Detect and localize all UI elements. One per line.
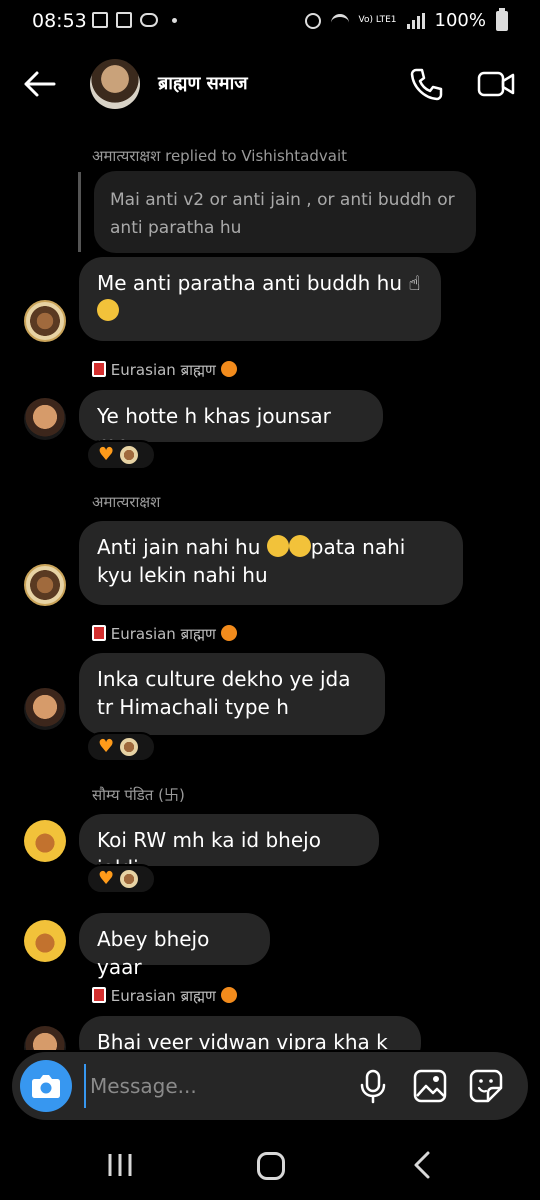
reaction-pill[interactable]: ♥ — [86, 440, 156, 470]
message-list[interactable]: अमात्यराक्षश replied to Vishishtadvait M… — [0, 120, 540, 1050]
kissing-face-emoji-icon — [288, 535, 311, 557]
video-camera-icon[interactable] — [476, 66, 516, 102]
volte-indicator: Vo) LTE1 — [358, 15, 397, 25]
reply-quote-bubble[interactable]: Mai anti v2 or anti jain , or anti buddh… — [94, 171, 476, 253]
orange-heart-icon: ♥ — [98, 736, 115, 757]
gallery-notification-icon — [92, 12, 108, 28]
sender-avatar-amatyarakshash[interactable] — [24, 564, 66, 606]
sender-name: Eurasian ब्राह्मण — [92, 360, 237, 380]
message-bubble[interactable]: Anti jain nahi hu pata nahi kyu lekin na… — [79, 521, 463, 605]
message-text: Bhai veer vidwan vipra kha k h? — [97, 1030, 388, 1050]
flower-card-emoji-icon — [92, 361, 106, 377]
reaction-pill[interactable]: ♥ — [86, 864, 156, 894]
pumpkin-emoji-icon — [220, 987, 237, 1003]
reply-quote-text: Mai anti v2 or anti jain , or anti buddh… — [110, 190, 455, 238]
message-bubble[interactable]: Abey bhejo yaar — [79, 913, 270, 979]
message-input[interactable] — [84, 1064, 344, 1108]
sender-name-text: Eurasian ब्राह्मण — [110, 625, 216, 643]
message-bubble[interactable]: Bhai veer vidwan vipra kha k h? — [79, 1016, 421, 1050]
chevron-left-icon[interactable] — [410, 1150, 434, 1180]
pumpkin-emoji-icon — [220, 361, 237, 377]
recent-apps-icon[interactable] — [106, 1152, 134, 1178]
sender-avatar-saumya[interactable] — [24, 920, 66, 962]
reactor-avatar — [120, 738, 139, 756]
phone-icon[interactable] — [408, 66, 444, 102]
pumpkin-emoji-icon — [220, 625, 237, 641]
sender-name-text: Eurasian ब्राह्मण — [110, 361, 216, 379]
message-text: Me anti paratha anti buddh hu — [97, 271, 402, 295]
message-bubble[interactable]: Inka culture dekho ye jda tr Himachali t… — [79, 653, 385, 735]
reactor-avatar — [120, 870, 139, 888]
airtel-icon — [140, 13, 158, 27]
camera-icon — [32, 1075, 60, 1098]
pointing-up-emoji-icon: ☝ — [408, 271, 421, 295]
orange-heart-icon: ♥ — [98, 868, 115, 889]
kissing-face-emoji-icon — [97, 299, 119, 321]
alarm-icon — [304, 12, 321, 29]
image-icon[interactable] — [412, 1068, 448, 1104]
message-text: Abey bhejo yaar — [97, 927, 210, 979]
status-bar: 08:53 Vo) LTE1 100% — [0, 0, 540, 44]
sender-name: अमात्यराक्षश — [92, 493, 161, 511]
message-text: Inka culture dekho ye jda tr Himachali t… — [97, 667, 351, 719]
sticker-icon[interactable] — [468, 1068, 504, 1104]
arrow-left-icon[interactable] — [20, 64, 60, 104]
microphone-icon[interactable] — [358, 1068, 388, 1104]
sender-avatar-eurasian[interactable] — [24, 688, 66, 730]
system-icons: Vo) LTE1 100% — [304, 7, 508, 31]
wifi-icon — [330, 13, 349, 28]
sender-avatar-eurasian[interactable] — [24, 1026, 66, 1050]
sender-avatar-amatyarakshash[interactable] — [24, 300, 66, 342]
message-text: Anti jain nahi hu — [97, 535, 261, 559]
sender-name-text: Eurasian ब्राह्मण — [110, 987, 216, 1005]
sender-name: सौम्य पंडित (卐) — [92, 786, 185, 804]
notification-icons — [92, 12, 177, 28]
sender-avatar-eurasian[interactable] — [24, 398, 66, 440]
sender-name: Eurasian ब्राह्मण — [92, 624, 237, 644]
sender-avatar-saumya[interactable] — [24, 820, 66, 862]
sender-name: Eurasian ब्राह्मण — [92, 986, 237, 1006]
home-icon[interactable] — [257, 1152, 285, 1180]
flower-card-emoji-icon — [92, 625, 106, 641]
status-time: 08:53 — [32, 10, 87, 32]
message-bubble[interactable]: Me anti paratha anti buddh hu ☝ — [79, 257, 441, 341]
reaction-pill[interactable]: ♥ — [86, 732, 156, 762]
battery-percent: 100% — [434, 10, 486, 31]
message-bubble[interactable]: Ye hotte h khas jounsar me — [79, 390, 383, 456]
battery-icon — [496, 7, 508, 31]
orange-heart-icon: ♥ — [98, 444, 115, 465]
app-notification-icon — [116, 12, 132, 28]
group-avatar[interactable] — [90, 59, 140, 109]
reply-context-label: अमात्यराक्षश replied to Vishishtadvait — [92, 147, 347, 165]
chat-header: ब्राह्मण समाज — [0, 52, 540, 116]
group-title[interactable]: ब्राह्मण समाज — [158, 71, 248, 95]
message-bubble[interactable]: Koi RW mh ka id bhejo jaldi — [79, 814, 379, 880]
reactor-avatar — [120, 446, 139, 464]
reply-quote-bar — [78, 172, 81, 252]
flower-card-emoji-icon — [92, 987, 106, 1003]
signal-icon — [406, 12, 425, 29]
camera-button[interactable] — [20, 1060, 72, 1112]
system-navigation-bar — [0, 1130, 540, 1200]
pinching-hand-emoji-icon — [266, 535, 289, 557]
more-notifications-dot-icon — [172, 17, 177, 23]
message-composer — [12, 1052, 528, 1120]
